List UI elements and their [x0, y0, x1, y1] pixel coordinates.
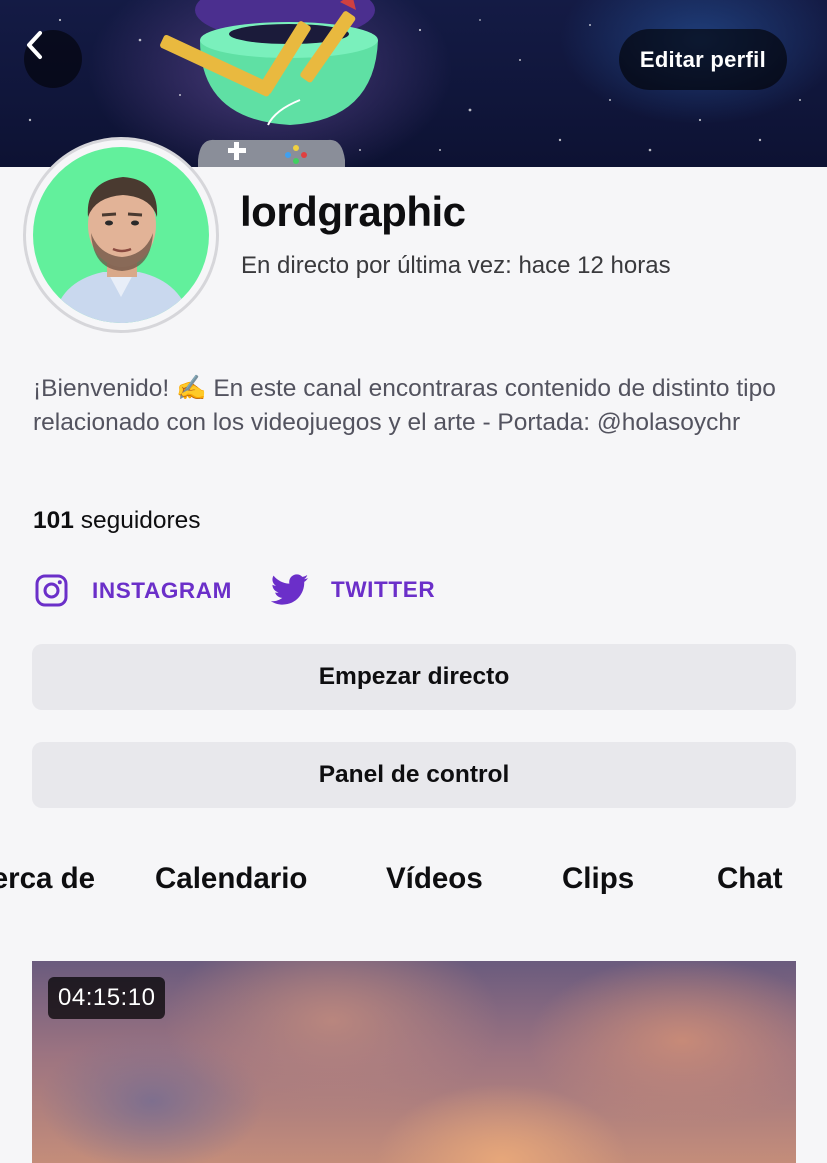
instagram-label: INSTAGRAM — [92, 577, 232, 603]
twitter-label: TWITTER — [331, 577, 436, 602]
tab-schedule[interactable]: Calendario — [155, 862, 307, 896]
tab-videos[interactable]: Vídeos — [386, 862, 483, 896]
profile-screen: Editar perfil lordgraphic En directo por… — [0, 0, 827, 1163]
twitter-link[interactable]: TWITTER — [271, 574, 435, 606]
start-stream-button[interactable]: Empezar directo — [32, 644, 796, 710]
instagram-icon — [35, 574, 68, 607]
followers-label: seguidores — [80, 507, 201, 534]
channel-bio: ¡Bienvenido! ✍️ En este canal encontrara… — [33, 375, 776, 436]
instagram-link[interactable]: INSTAGRAM — [35, 574, 232, 607]
back-button[interactable] — [24, 30, 82, 88]
followers-number: 101 — [33, 507, 74, 534]
last-live-text: En directo por última vez: hace 12 horas — [241, 252, 671, 279]
video-duration-badge: 04:15:10 — [48, 977, 166, 1019]
twitter-icon — [271, 574, 309, 605]
tab-clips[interactable]: Clips — [562, 862, 634, 896]
tab-about[interactable]: Acerca de — [0, 862, 95, 896]
video-thumbnail[interactable]: 04:15:10 — [32, 961, 796, 1163]
followers-count: 101 seguidores — [33, 507, 201, 535]
tab-chat[interactable]: Chat — [717, 862, 783, 896]
channel-tabs: Acerca de Calendario Vídeos Clips Chat — [0, 862, 827, 906]
channel-username: lordgraphic — [240, 188, 466, 235]
avatar-image — [33, 147, 209, 323]
person-photo — [53, 177, 191, 323]
edit-profile-button[interactable]: Editar perfil — [618, 29, 787, 90]
chevron-left-icon — [27, 31, 42, 59]
control-panel-button[interactable]: Panel de control — [32, 742, 796, 808]
avatar[interactable] — [23, 137, 219, 333]
